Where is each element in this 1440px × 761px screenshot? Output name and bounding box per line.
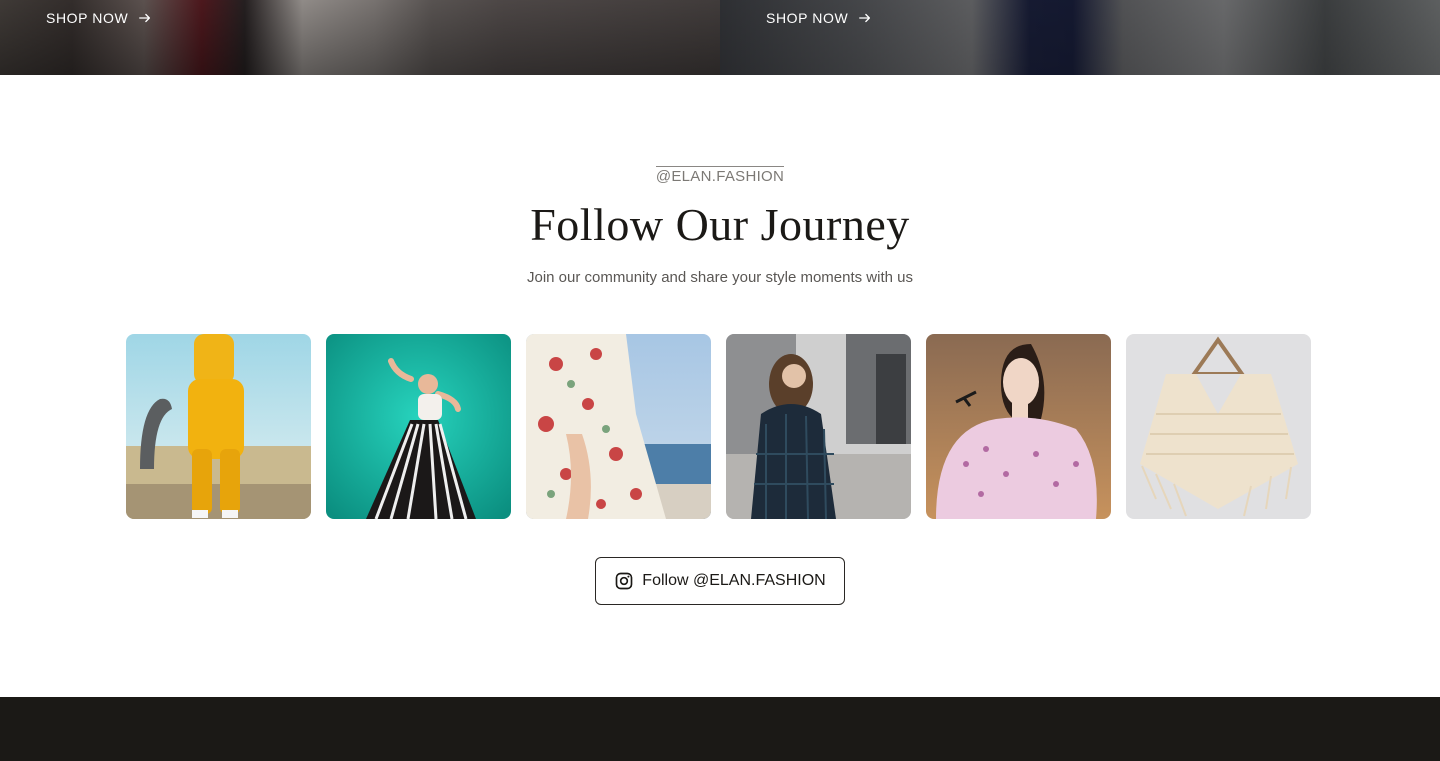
gallery-photo-knit-poncho[interactable]	[1126, 334, 1311, 519]
banner-men[interactable]: SHOP NOW	[720, 0, 1440, 75]
gallery-photo-yellow-tracksuit[interactable]	[126, 334, 311, 519]
instagram-gallery	[126, 334, 1311, 519]
banner-women[interactable]: SHOP NOW	[0, 0, 720, 75]
gallery-photo-plaid-coat[interactable]	[726, 334, 911, 519]
top-banners: SHOP NOW SHOP NOW	[0, 0, 1440, 75]
shop-now-link-left[interactable]: SHOP NOW	[46, 10, 152, 26]
shop-now-link-right[interactable]: SHOP NOW	[766, 10, 872, 26]
follow-button-label: Follow @ELAN.FASHION	[642, 572, 826, 589]
shop-now-label: SHOP NOW	[46, 10, 129, 26]
gallery-photo-pink-ruffle-blouse[interactable]	[926, 334, 1111, 519]
gallery-photo-floral-dress[interactable]	[526, 334, 711, 519]
arrow-right-icon	[139, 13, 151, 23]
arrow-right-icon	[859, 13, 871, 23]
follow-instagram-button[interactable]: Follow @ELAN.FASHION	[595, 557, 845, 605]
instagram-icon	[615, 572, 633, 590]
follow-section: @ELAN.FASHION Follow Our Journey Join ou…	[0, 75, 1440, 697]
handle-wrap: @ELAN.FASHION	[0, 166, 1440, 186]
section-title: Follow Our Journey	[530, 199, 910, 250]
gallery-photo-striped-pants-teal[interactable]	[326, 334, 511, 519]
section-subtitle: Join our community and share your style …	[527, 269, 913, 286]
shop-now-label: SHOP NOW	[766, 10, 849, 26]
instagram-handle: @ELAN.FASHION	[655, 166, 785, 185]
footer	[0, 697, 1440, 761]
